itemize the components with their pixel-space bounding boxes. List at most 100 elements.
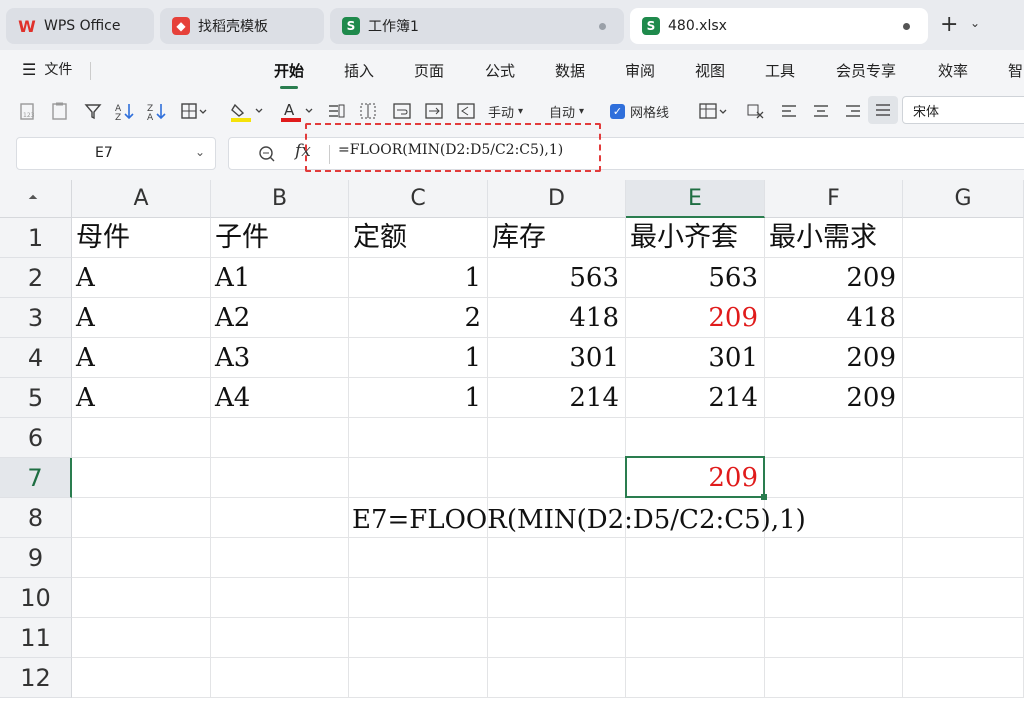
cell-e1[interactable]: 最小齐套 xyxy=(626,218,765,258)
tab-review[interactable]: 审阅 xyxy=(625,60,655,81)
cell-c1[interactable]: 定额 xyxy=(349,218,488,258)
clear-format-icon[interactable] xyxy=(746,100,766,122)
cell-a7[interactable] xyxy=(72,458,211,498)
cell-d6[interactable] xyxy=(488,418,626,458)
tab-ai[interactable]: 智 xyxy=(1008,60,1023,81)
cell-g1[interactable] xyxy=(903,218,1024,258)
col-header-e[interactable]: E xyxy=(626,180,765,218)
cell-c10[interactable] xyxy=(349,578,488,618)
cell-b6[interactable] xyxy=(211,418,349,458)
cell-g7[interactable] xyxy=(903,458,1024,498)
filter-icon[interactable] xyxy=(84,100,102,122)
col-header-f[interactable]: F xyxy=(765,180,903,218)
cell-f2[interactable]: 209 xyxy=(765,258,903,298)
row-header-8[interactable]: 8 xyxy=(0,498,72,538)
cell-d9[interactable] xyxy=(488,538,626,578)
cell-g4[interactable] xyxy=(903,338,1024,378)
cell-g10[interactable] xyxy=(903,578,1024,618)
align-center-icon[interactable] xyxy=(812,100,830,122)
align-right-icon[interactable] xyxy=(844,100,862,122)
cell-f7[interactable] xyxy=(765,458,903,498)
cell-a12[interactable] xyxy=(72,658,211,698)
cell-c7[interactable] xyxy=(349,458,488,498)
cell-g2[interactable] xyxy=(903,258,1024,298)
row-header-2[interactable]: 2 xyxy=(0,258,72,298)
cell-a2[interactable]: A xyxy=(72,258,211,298)
select-all-corner[interactable] xyxy=(0,180,72,218)
font-family-select[interactable]: 宋体 xyxy=(902,96,1024,124)
cell-g9[interactable] xyxy=(903,538,1024,578)
cell-a10[interactable] xyxy=(72,578,211,618)
row-header-5[interactable]: 5 xyxy=(0,378,72,418)
col-header-g[interactable]: G xyxy=(903,180,1024,218)
cell-b7[interactable] xyxy=(211,458,349,498)
row-header-3[interactable]: 3 xyxy=(0,298,72,338)
cell-b12[interactable] xyxy=(211,658,349,698)
cell-d5[interactable]: 214 xyxy=(488,378,626,418)
cell-e9[interactable] xyxy=(626,538,765,578)
align-left-icon[interactable] xyxy=(780,100,798,122)
cell-b8[interactable] xyxy=(211,498,349,538)
cell-a5[interactable]: A xyxy=(72,378,211,418)
table-style-icon[interactable] xyxy=(698,100,730,122)
cell-e4[interactable]: 301 xyxy=(626,338,765,378)
cell-d7[interactable] xyxy=(488,458,626,498)
cell-g5[interactable] xyxy=(903,378,1024,418)
sort-descending-icon[interactable]: ZA xyxy=(146,100,168,122)
file-menu[interactable]: ☰ 文件 xyxy=(22,59,72,79)
cell-a1[interactable]: 母件 xyxy=(72,218,211,258)
col-header-a[interactable]: A xyxy=(72,180,211,218)
cell-d12[interactable] xyxy=(488,658,626,698)
row-header-4[interactable]: 4 xyxy=(0,338,72,378)
row-header-9[interactable]: 9 xyxy=(0,538,72,578)
cell-b2[interactable]: A1 xyxy=(211,258,349,298)
col-header-c[interactable]: C xyxy=(349,180,488,218)
chevron-down-icon[interactable]: ⌄ xyxy=(970,16,980,30)
cell-f11[interactable] xyxy=(765,618,903,658)
cell-f9[interactable] xyxy=(765,538,903,578)
cell-e2[interactable]: 563 xyxy=(626,258,765,298)
cell-b1[interactable]: 子件 xyxy=(211,218,349,258)
cell-f5[interactable]: 209 xyxy=(765,378,903,418)
clipboard-icon[interactable] xyxy=(50,100,70,122)
tab-data[interactable]: 数据 xyxy=(555,60,585,81)
sort-ascending-icon[interactable]: AZ xyxy=(114,100,136,122)
cell-g11[interactable] xyxy=(903,618,1024,658)
cell-a11[interactable] xyxy=(72,618,211,658)
row-header-7[interactable]: 7 xyxy=(0,458,72,498)
cell-d3[interactable]: 418 xyxy=(488,298,626,338)
tab-docer-templates[interactable]: ◆ 找稻壳模板 xyxy=(160,8,324,44)
cell-c6[interactable] xyxy=(349,418,488,458)
cell-c12[interactable] xyxy=(349,658,488,698)
tab-member[interactable]: 会员专享 xyxy=(836,60,896,81)
cell-e3[interactable]: 209 xyxy=(626,298,765,338)
cell-c2[interactable]: 1 xyxy=(349,258,488,298)
cell-g8[interactable] xyxy=(903,498,1024,538)
paste-format-icon[interactable]: 123 xyxy=(18,100,38,122)
cell-a9[interactable] xyxy=(72,538,211,578)
cell-f1[interactable]: 最小需求 xyxy=(765,218,903,258)
indent-icon[interactable] xyxy=(456,100,476,122)
cell-d11[interactable] xyxy=(488,618,626,658)
new-tab-icon[interactable]: + xyxy=(940,12,958,37)
fill-color-icon[interactable] xyxy=(230,100,266,122)
cell-f10[interactable] xyxy=(765,578,903,618)
cell-g6[interactable] xyxy=(903,418,1024,458)
cell-b4[interactable]: A3 xyxy=(211,338,349,378)
tab-page[interactable]: 页面 xyxy=(414,60,444,81)
cell-e6[interactable] xyxy=(626,418,765,458)
borders-icon[interactable] xyxy=(180,100,210,122)
cell-b10[interactable] xyxy=(211,578,349,618)
tab-workbook1[interactable]: S 工作簿1 xyxy=(330,8,624,44)
tab-tools[interactable]: 工具 xyxy=(765,60,795,81)
zoom-icon[interactable] xyxy=(257,144,277,164)
font-color-icon[interactable]: A xyxy=(280,100,316,122)
col-header-b[interactable]: B xyxy=(211,180,349,218)
cell-f12[interactable] xyxy=(765,658,903,698)
row-header-12[interactable]: 12 xyxy=(0,658,72,698)
row-col-icon[interactable] xyxy=(326,100,346,122)
cell-a4[interactable]: A xyxy=(72,338,211,378)
tab-view[interactable]: 视图 xyxy=(695,60,725,81)
cell-e12[interactable] xyxy=(626,658,765,698)
tab-home[interactable]: 开始 xyxy=(274,60,304,89)
